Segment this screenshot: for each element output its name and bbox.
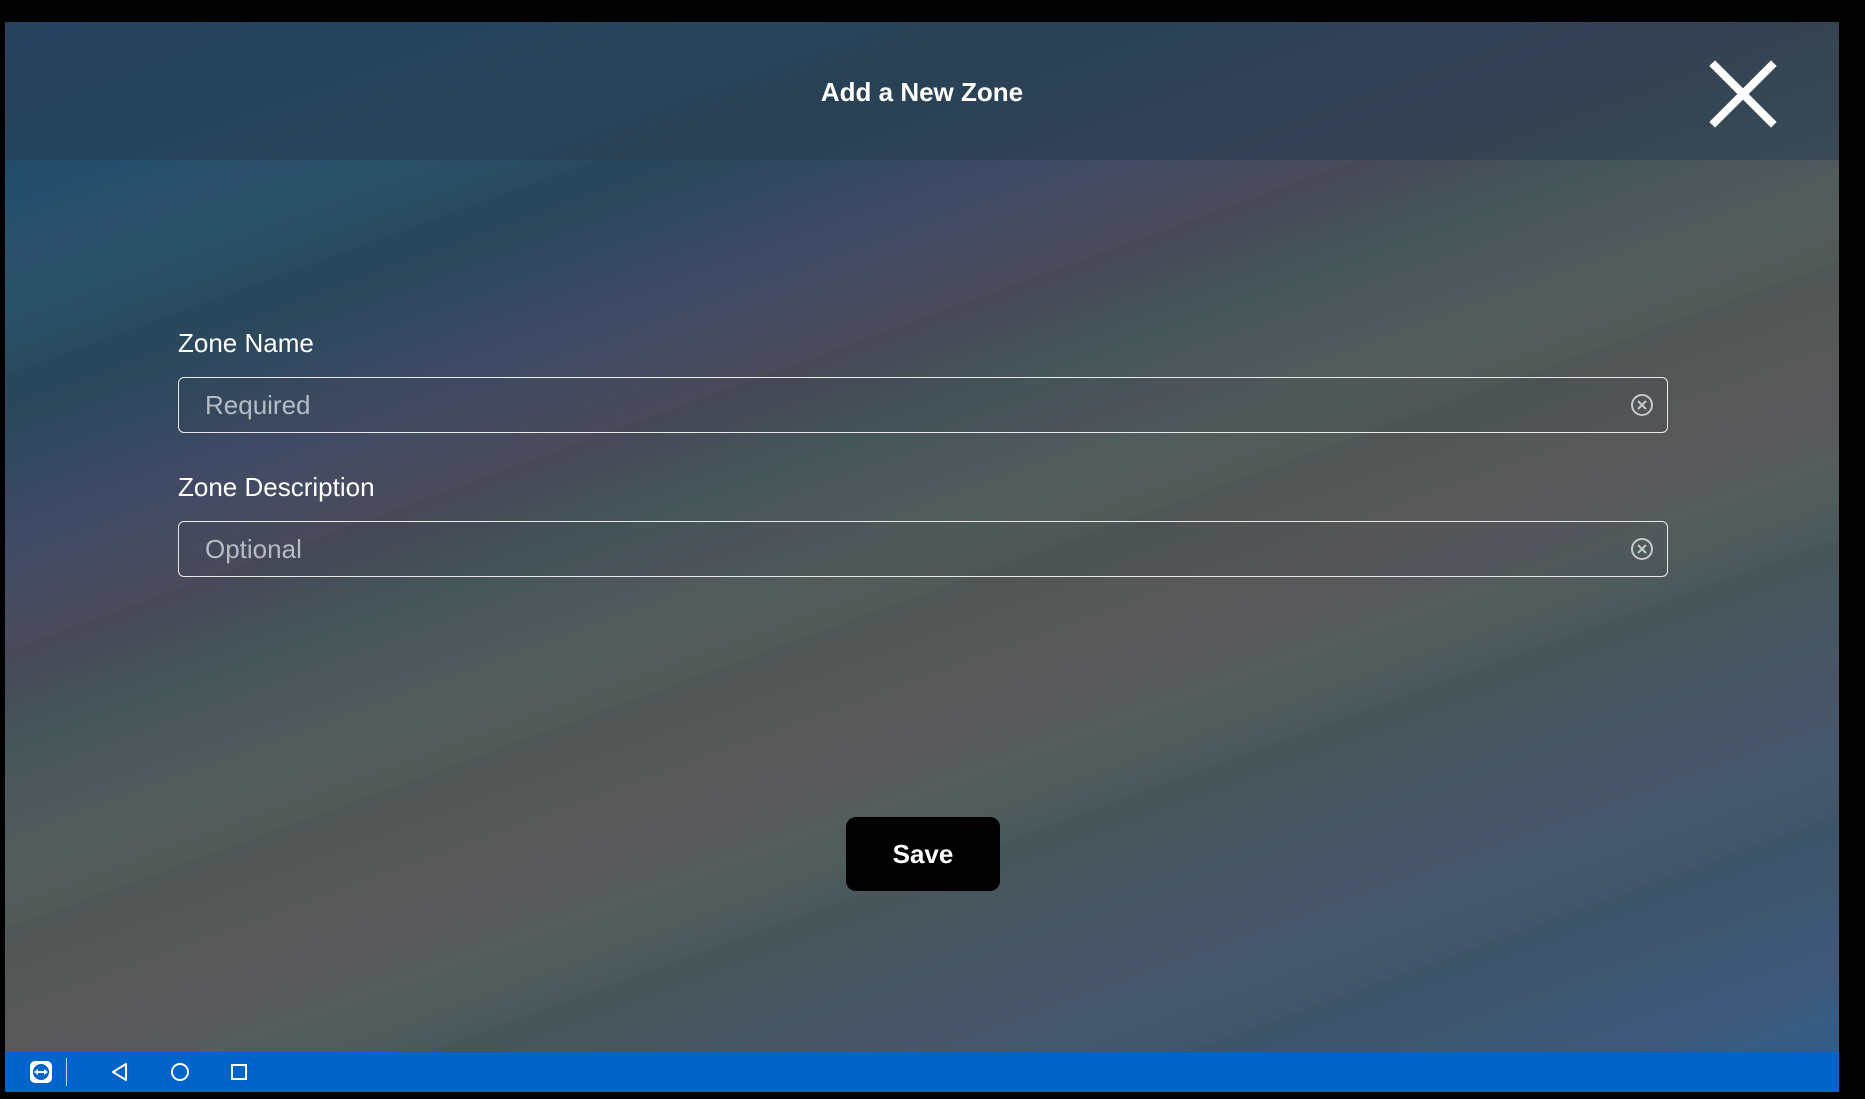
- save-button[interactable]: Save: [846, 817, 1000, 891]
- zone-name-field-container: [178, 377, 1668, 433]
- clear-circle-icon[interactable]: [1630, 537, 1654, 561]
- android-navigation-bar: [5, 1052, 1839, 1092]
- back-icon[interactable]: [108, 1060, 132, 1084]
- close-icon[interactable]: [1707, 58, 1779, 130]
- teamviewer-icon[interactable]: [29, 1060, 53, 1084]
- recents-icon[interactable]: [227, 1060, 251, 1084]
- dialog-header: Add a New Zone: [5, 22, 1839, 160]
- clear-circle-icon[interactable]: [1630, 393, 1654, 417]
- dialog-title: Add a New Zone: [820, 77, 1024, 107]
- home-icon[interactable]: [168, 1060, 192, 1084]
- zone-name-input[interactable]: [205, 378, 1585, 432]
- zone-description-label: Zone Description: [178, 472, 375, 502]
- zone-name-label: Zone Name: [178, 328, 314, 358]
- dialog-screen: Add a New Zone Zone Name Zone Descriptio…: [5, 22, 1839, 1091]
- navbar-divider: [66, 1058, 67, 1086]
- zone-description-input[interactable]: [205, 522, 1585, 576]
- zone-description-field-container: [178, 521, 1668, 577]
